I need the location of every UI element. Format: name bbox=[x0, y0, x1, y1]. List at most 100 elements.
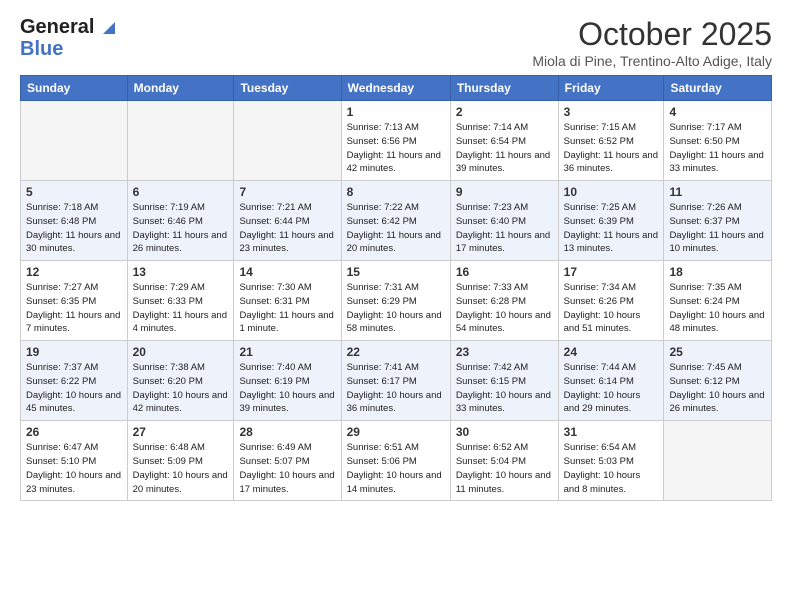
day-info-w2-d5: Sunrise: 7:34 AM Sunset: 6:26 PM Dayligh… bbox=[564, 281, 659, 336]
location: Miola di Pine, Trentino-Alto Adige, Ital… bbox=[532, 53, 772, 69]
header-wednesday: Wednesday bbox=[341, 76, 450, 101]
day-number-w3-d3: 22 bbox=[347, 345, 445, 359]
cell-w1-d6: 11 Sunrise: 7:26 AM Sunset: 6:37 PM Dayli… bbox=[664, 181, 772, 261]
day-info-w2-d6: Sunrise: 7:35 AM Sunset: 6:24 PM Dayligh… bbox=[669, 281, 766, 336]
cell-w3-d3: 22 Sunrise: 7:41 AM Sunset: 6:17 PM Dayli… bbox=[341, 341, 450, 421]
day-info-w0-d6: Sunrise: 7:17 AM Sunset: 6:50 PM Dayligh… bbox=[669, 121, 766, 176]
day-number-w1-d0: 5 bbox=[26, 185, 122, 199]
day-info-w1-d5: Sunrise: 7:25 AM Sunset: 6:39 PM Dayligh… bbox=[564, 201, 659, 256]
cell-w4-d2: 28 Sunrise: 6:49 AM Sunset: 5:07 PM Dayli… bbox=[234, 421, 341, 501]
cell-w0-d2 bbox=[234, 101, 341, 181]
day-info-w2-d3: Sunrise: 7:31 AM Sunset: 6:29 PM Dayligh… bbox=[347, 281, 445, 336]
day-number-w0-d6: 4 bbox=[669, 105, 766, 119]
day-number-w2-d2: 14 bbox=[239, 265, 335, 279]
day-number-w3-d0: 19 bbox=[26, 345, 122, 359]
day-info-w0-d3: Sunrise: 7:13 AM Sunset: 6:56 PM Dayligh… bbox=[347, 121, 445, 176]
cell-w2-d2: 14 Sunrise: 7:30 AM Sunset: 6:31 PM Dayli… bbox=[234, 261, 341, 341]
cell-w3-d4: 23Sunrise: 7:42 AM Sunset: 6:15 PM Dayli… bbox=[450, 341, 558, 421]
cell-w4-d1: 27 Sunrise: 6:48 AM Sunset: 5:09 PM Dayli… bbox=[127, 421, 234, 501]
cell-w4-d4: 30Sunrise: 6:52 AM Sunset: 5:04 PM Dayli… bbox=[450, 421, 558, 501]
header-monday: Monday bbox=[127, 76, 234, 101]
calendar-table: Sunday Monday Tuesday Wednesday Thursday… bbox=[20, 75, 772, 501]
week-row-1: 5 Sunrise: 7:18 AM Sunset: 6:48 PM Daylig… bbox=[21, 181, 772, 261]
header-sunday: Sunday bbox=[21, 76, 128, 101]
day-number-w0-d4: 2 bbox=[456, 105, 553, 119]
cell-w2-d3: 15 Sunrise: 7:31 AM Sunset: 6:29 PM Dayli… bbox=[341, 261, 450, 341]
week-row-4: 26 Sunrise: 6:47 AM Sunset: 5:10 PM Dayli… bbox=[21, 421, 772, 501]
day-info-w1-d4: Sunrise: 7:23 AM Sunset: 6:40 PM Dayligh… bbox=[456, 201, 553, 256]
page-container: General Blue October 2025 Miola di Pine,… bbox=[0, 0, 792, 511]
logo-line2: Blue bbox=[20, 38, 117, 60]
cell-w2-d1: 13 Sunrise: 7:29 AM Sunset: 6:33 PM Dayli… bbox=[127, 261, 234, 341]
calendar-body: 1Sunrise: 7:13 AM Sunset: 6:56 PM Daylig… bbox=[21, 101, 772, 501]
day-info-w3-d0: Sunrise: 7:37 AM Sunset: 6:22 PM Dayligh… bbox=[26, 361, 122, 416]
header-thursday: Thursday bbox=[450, 76, 558, 101]
day-info-w4-d2: Sunrise: 6:49 AM Sunset: 5:07 PM Dayligh… bbox=[239, 441, 335, 496]
day-number-w2-d5: 17 bbox=[564, 265, 659, 279]
day-info-w0-d5: Sunrise: 7:15 AM Sunset: 6:52 PM Dayligh… bbox=[564, 121, 659, 176]
day-number-w2-d6: 18 bbox=[669, 265, 766, 279]
cell-w0-d4: 2 Sunrise: 7:14 AM Sunset: 6:54 PM Daylig… bbox=[450, 101, 558, 181]
day-info-w3-d3: Sunrise: 7:41 AM Sunset: 6:17 PM Dayligh… bbox=[347, 361, 445, 416]
day-info-w4-d0: Sunrise: 6:47 AM Sunset: 5:10 PM Dayligh… bbox=[26, 441, 122, 496]
cell-w0-d3: 1Sunrise: 7:13 AM Sunset: 6:56 PM Daylig… bbox=[341, 101, 450, 181]
day-info-w3-d6: Sunrise: 7:45 AM Sunset: 6:12 PM Dayligh… bbox=[669, 361, 766, 416]
day-number-w2-d3: 15 bbox=[347, 265, 445, 279]
day-number-w2-d1: 13 bbox=[133, 265, 229, 279]
day-info-w4-d1: Sunrise: 6:48 AM Sunset: 5:09 PM Dayligh… bbox=[133, 441, 229, 496]
month-title: October 2025 bbox=[532, 16, 772, 53]
day-number-w4-d2: 28 bbox=[239, 425, 335, 439]
cell-w4-d5: 31 Sunrise: 6:54 AM Sunset: 5:03 PM Dayli… bbox=[558, 421, 664, 501]
cell-w1-d0: 5 Sunrise: 7:18 AM Sunset: 6:48 PM Daylig… bbox=[21, 181, 128, 261]
day-info-w2-d1: Sunrise: 7:29 AM Sunset: 6:33 PM Dayligh… bbox=[133, 281, 229, 336]
cell-w0-d6: 4 Sunrise: 7:17 AM Sunset: 6:50 PM Daylig… bbox=[664, 101, 772, 181]
cell-w3-d0: 19 Sunrise: 7:37 AM Sunset: 6:22 PM Dayli… bbox=[21, 341, 128, 421]
week-row-3: 19 Sunrise: 7:37 AM Sunset: 6:22 PM Dayli… bbox=[21, 341, 772, 421]
day-info-w1-d2: Sunrise: 7:21 AM Sunset: 6:44 PM Dayligh… bbox=[239, 201, 335, 256]
day-number-w4-d3: 29 bbox=[347, 425, 445, 439]
cell-w2-d5: 17 Sunrise: 7:34 AM Sunset: 6:26 PM Dayli… bbox=[558, 261, 664, 341]
day-number-w4-d1: 27 bbox=[133, 425, 229, 439]
day-info-w2-d2: Sunrise: 7:30 AM Sunset: 6:31 PM Dayligh… bbox=[239, 281, 335, 336]
day-number-w3-d4: 23 bbox=[456, 345, 553, 359]
cell-w3-d2: 21 Sunrise: 7:40 AM Sunset: 6:19 PM Dayli… bbox=[234, 341, 341, 421]
cell-w1-d3: 8Sunrise: 7:22 AM Sunset: 6:42 PM Daylig… bbox=[341, 181, 450, 261]
header-row: General Blue October 2025 Miola di Pine,… bbox=[20, 16, 772, 69]
day-info-w3-d2: Sunrise: 7:40 AM Sunset: 6:19 PM Dayligh… bbox=[239, 361, 335, 416]
day-info-w3-d5: Sunrise: 7:44 AM Sunset: 6:14 PM Dayligh… bbox=[564, 361, 659, 416]
day-number-w4-d0: 26 bbox=[26, 425, 122, 439]
day-number-w4-d4: 30 bbox=[456, 425, 553, 439]
day-number-w4-d5: 31 bbox=[564, 425, 659, 439]
week-row-0: 1Sunrise: 7:13 AM Sunset: 6:56 PM Daylig… bbox=[21, 101, 772, 181]
day-number-w3-d2: 21 bbox=[239, 345, 335, 359]
day-info-w4-d3: Sunrise: 6:51 AM Sunset: 5:06 PM Dayligh… bbox=[347, 441, 445, 496]
cell-w2-d4: 16Sunrise: 7:33 AM Sunset: 6:28 PM Dayli… bbox=[450, 261, 558, 341]
day-info-w4-d5: Sunrise: 6:54 AM Sunset: 5:03 PM Dayligh… bbox=[564, 441, 659, 496]
cell-w0-d1 bbox=[127, 101, 234, 181]
day-info-w3-d1: Sunrise: 7:38 AM Sunset: 6:20 PM Dayligh… bbox=[133, 361, 229, 416]
cell-w1-d4: 9 Sunrise: 7:23 AM Sunset: 6:40 PM Daylig… bbox=[450, 181, 558, 261]
day-number-w1-d2: 7 bbox=[239, 185, 335, 199]
day-number-w1-d6: 11 bbox=[669, 185, 766, 199]
cell-w2-d0: 12Sunrise: 7:27 AM Sunset: 6:35 PM Dayli… bbox=[21, 261, 128, 341]
header-friday: Friday bbox=[558, 76, 664, 101]
cell-w0-d5: 3 Sunrise: 7:15 AM Sunset: 6:52 PM Daylig… bbox=[558, 101, 664, 181]
week-row-2: 12Sunrise: 7:27 AM Sunset: 6:35 PM Dayli… bbox=[21, 261, 772, 341]
day-number-w3-d5: 24 bbox=[564, 345, 659, 359]
day-info-w1-d0: Sunrise: 7:18 AM Sunset: 6:48 PM Dayligh… bbox=[26, 201, 122, 256]
day-info-w2-d4: Sunrise: 7:33 AM Sunset: 6:28 PM Dayligh… bbox=[456, 281, 553, 336]
title-block: October 2025 Miola di Pine, Trentino-Alt… bbox=[532, 16, 772, 69]
cell-w4-d3: 29 Sunrise: 6:51 AM Sunset: 5:06 PM Dayli… bbox=[341, 421, 450, 501]
day-number-w1-d4: 9 bbox=[456, 185, 553, 199]
day-number-w3-d6: 25 bbox=[669, 345, 766, 359]
cell-w1-d2: 7 Sunrise: 7:21 AM Sunset: 6:44 PM Daylig… bbox=[234, 181, 341, 261]
day-number-w1-d1: 6 bbox=[133, 185, 229, 199]
weekday-header-row: Sunday Monday Tuesday Wednesday Thursday… bbox=[21, 76, 772, 101]
cell-w3-d5: 24 Sunrise: 7:44 AM Sunset: 6:14 PM Dayli… bbox=[558, 341, 664, 421]
day-info-w0-d4: Sunrise: 7:14 AM Sunset: 6:54 PM Dayligh… bbox=[456, 121, 553, 176]
day-number-w2-d0: 12 bbox=[26, 265, 122, 279]
day-info-w1-d6: Sunrise: 7:26 AM Sunset: 6:37 PM Dayligh… bbox=[669, 201, 766, 256]
day-number-w0-d5: 3 bbox=[564, 105, 659, 119]
cell-w3-d1: 20 Sunrise: 7:38 AM Sunset: 6:20 PM Dayli… bbox=[127, 341, 234, 421]
day-number-w3-d1: 20 bbox=[133, 345, 229, 359]
